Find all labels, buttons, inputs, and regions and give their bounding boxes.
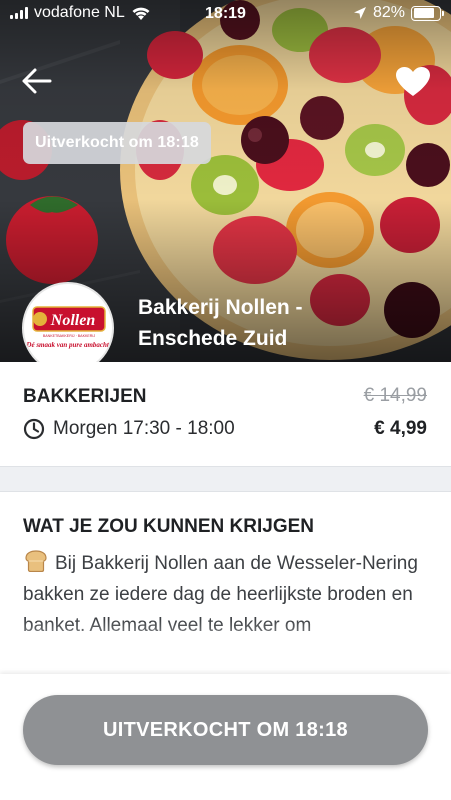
location-arrow-icon [353,7,366,19]
discount-price: € 4,99 [374,418,427,439]
description-fade [0,620,451,680]
heart-icon [396,67,430,96]
nollen-logo: Nollen BANKETBAKKERIJ · BAKKERIJ Dé smaa… [25,306,111,349]
offer-info [0,362,451,466]
bread-icon [25,550,47,573]
pickup-window: Morgen 17:30 - 18:00 [23,418,235,440]
battery-percent: 82% [372,4,405,21]
favorite-button[interactable] [395,66,431,98]
soldout-badge: Uitverkocht om 18:18 [23,122,211,164]
battery-icon [411,5,444,21]
section-divider [0,466,451,492]
arrow-left-icon [22,68,52,94]
logo-ribbon-text: BANKETBAKKERIJ · BAKKERIJ [43,334,96,338]
section-title: WAT JE ZOU KUNNEN KRIJGEN [23,516,315,537]
store-logo: Nollen BANKETBAKKERIJ · BAKKERIJ Dé smaa… [22,282,114,374]
store-name: Bakkerij Nollen - Enschede Zuid [138,296,303,350]
status-right: 82% [353,4,444,22]
original-price: € 14,99 [363,385,427,406]
soldout-cta-button[interactable]: UITVERKOCHT OM 18:18 [23,695,428,765]
clock-icon [23,418,45,440]
battery-fill [413,8,434,18]
logo-tagline-text: Dé smaak van pure ambacht! [25,341,111,349]
pickup-time: Morgen 17:30 - 18:00 [53,418,235,439]
status-bar: vodafone NL 18:19 82% [0,0,451,30]
category-label: BAKKERIJEN [23,386,147,407]
logo-brand-text: Nollen [50,312,96,329]
back-button[interactable] [20,66,54,96]
